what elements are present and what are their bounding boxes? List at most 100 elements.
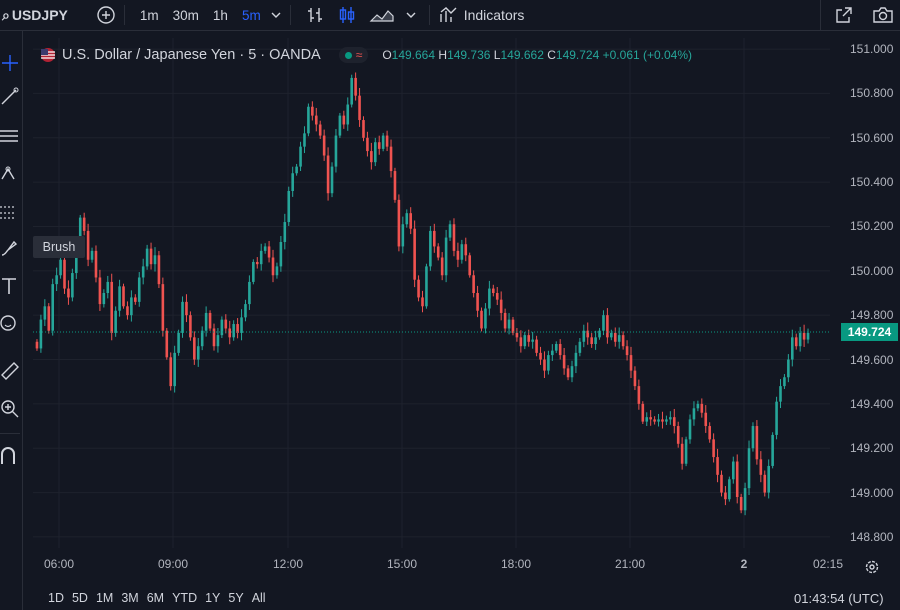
ruler-icon[interactable] [0, 361, 20, 381]
timeframe-1h[interactable]: 1h [213, 0, 228, 30]
range-1y[interactable]: 1Y [205, 591, 220, 605]
candle-body [94, 250, 98, 278]
candle-body [114, 310, 117, 333]
indicators-button[interactable]: Indicators [438, 0, 524, 30]
candle-body [468, 255, 472, 276]
open-label: O [382, 48, 392, 62]
candle-body [204, 312, 208, 331]
candle-body [255, 261, 259, 265]
utc-clock[interactable]: 01:43:54 (UTC) [794, 591, 884, 606]
chevron-down-icon [406, 12, 416, 18]
magnet-icon[interactable] [0, 446, 20, 466]
candle-body [110, 281, 114, 333]
candle-body [767, 465, 770, 493]
wave-icon: ≈ [355, 48, 363, 62]
compare-symbol-button[interactable] [96, 0, 116, 30]
timeframe-1m[interactable]: 1m [140, 0, 159, 30]
candle-body [275, 266, 279, 276]
candle-body [421, 297, 424, 307]
candle-body [523, 335, 527, 347]
candle-body [240, 317, 243, 333]
market-status[interactable]: ≈ [338, 47, 369, 63]
candle-body [271, 257, 275, 276]
candle-body [106, 281, 110, 293]
candle-body [547, 355, 550, 371]
screenshot-button[interactable] [872, 5, 894, 25]
horizontal-lines-icon[interactable] [0, 126, 20, 146]
divider [820, 0, 821, 30]
range-1m[interactable]: 1M [96, 591, 113, 605]
pattern-icon[interactable] [0, 163, 20, 183]
candle-body [456, 250, 460, 260]
candle-body [787, 359, 790, 378]
candle-body [366, 137, 369, 152]
candle-body [63, 259, 66, 289]
candle-body [130, 297, 133, 316]
fullscreen-button[interactable] [834, 5, 854, 25]
tooltip-brush: Brush [33, 236, 85, 258]
candle-body [208, 312, 212, 329]
candle-body [653, 419, 656, 422]
timeframe-30m[interactable]: 30m [173, 0, 199, 30]
candle-body [452, 224, 456, 251]
top-toolbar: ⌕ USDJPY 1m 30m 1h 5m Indicators [0, 0, 900, 31]
candle-body [346, 104, 350, 125]
price-axis[interactable]: 149.724 151.000 150.800 150.600 150.400 150.… [830, 38, 900, 548]
text-icon[interactable] [0, 276, 20, 296]
time-axis[interactable]: 06:00 09:00 12:00 15:00 18:00 21:00 2 02:15 [33, 552, 843, 578]
candle-body [47, 306, 51, 331]
settings-gear-icon[interactable] [864, 559, 880, 575]
candle-body [503, 312, 507, 329]
candle-body [299, 146, 302, 167]
candle-body [594, 337, 597, 344]
symbol-search[interactable]: ⌕ USDJPY [0, 0, 68, 30]
candle-body [67, 288, 70, 298]
range-3m[interactable]: 3M [121, 591, 138, 605]
candle-body [621, 335, 625, 347]
candle-body [126, 306, 129, 316]
candle-body [680, 443, 684, 464]
chart-type-dropdown[interactable] [405, 0, 417, 30]
range-6m[interactable]: 6M [147, 591, 164, 605]
candle-body [291, 173, 294, 191]
range-1d[interactable]: 1D [48, 591, 64, 605]
candle-body [425, 266, 428, 307]
candle-body [232, 324, 235, 338]
bar-style-button[interactable] [305, 0, 325, 30]
candle-body [393, 171, 397, 200]
candle-body [747, 448, 751, 489]
range-ytd[interactable]: YTD [172, 591, 197, 605]
candle-body [755, 426, 759, 460]
candle-body [153, 255, 157, 265]
forecast-icon[interactable] [0, 201, 20, 221]
candle-body [165, 330, 169, 358]
time-tick-label: 12:00 [272, 557, 304, 571]
candle-body [263, 246, 267, 251]
zoom-in-icon[interactable] [0, 399, 20, 419]
candle-body [515, 332, 519, 338]
candle-body [798, 332, 802, 347]
range-5d[interactable]: 5D [72, 591, 88, 605]
area-style-button[interactable] [369, 0, 395, 30]
candle-body [362, 120, 365, 138]
timeframe-dropdown[interactable] [270, 0, 282, 30]
candle-body [429, 230, 432, 267]
time-tick-label: 21:00 [614, 557, 646, 571]
candle-body [181, 301, 184, 333]
candle-body [169, 357, 173, 387]
trendline-icon[interactable] [0, 86, 20, 106]
candles-style-button[interactable] [337, 0, 357, 30]
price-tick-label: 150.600 [850, 130, 894, 145]
crosshair-icon[interactable] [0, 53, 20, 73]
candle-body [775, 401, 778, 435]
candle-body [735, 461, 739, 497]
candle-body [373, 142, 377, 163]
range-all[interactable]: All [252, 591, 266, 605]
high-label: H [438, 48, 448, 62]
emoji-icon[interactable] [0, 313, 20, 333]
timeframe-5m[interactable]: 5m [242, 0, 261, 30]
brush-icon[interactable] [0, 238, 20, 258]
candle-body [602, 315, 605, 331]
range-5y[interactable]: 5Y [228, 591, 243, 605]
candlestick-chart[interactable] [33, 38, 830, 548]
